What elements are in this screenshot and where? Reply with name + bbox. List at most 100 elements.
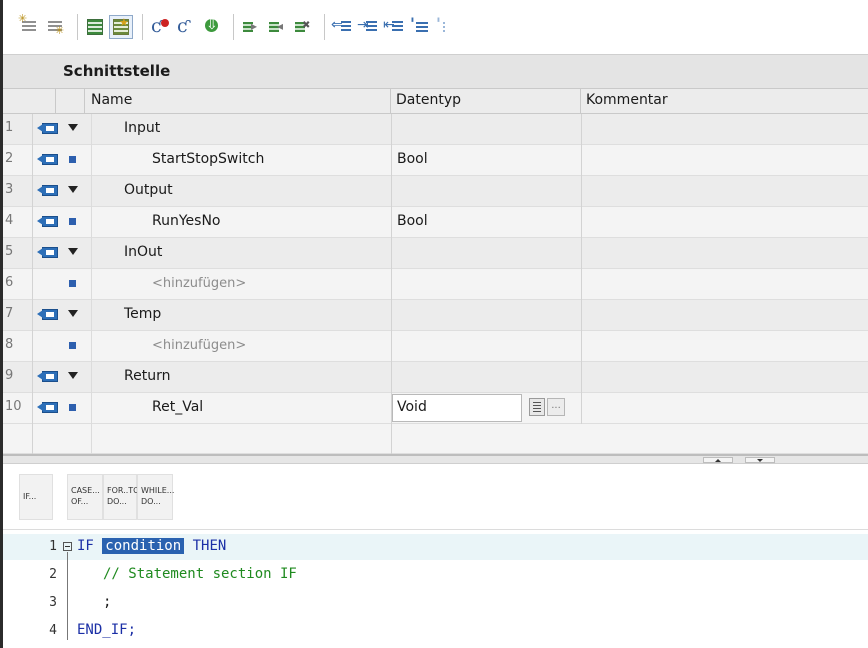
monitor-start-icon[interactable]	[240, 16, 262, 38]
name-cell[interactable]: Ret_Val	[91, 393, 391, 424]
code-line[interactable]: 3 ;	[3, 590, 868, 616]
comment-cell[interactable]	[581, 269, 868, 300]
add-new-placeholder[interactable]: <hinzufügen>	[152, 276, 246, 291]
datatype-cell[interactable]	[391, 331, 581, 362]
name-cell[interactable]: Temp	[91, 300, 391, 331]
table-row[interactable]: 2 StartStopSwitch Bool	[3, 145, 868, 176]
name-cell[interactable]: StartStopSwitch	[91, 145, 391, 176]
row-name: RunYesNo	[152, 213, 221, 229]
delete-call-icon[interactable]	[175, 15, 197, 38]
palette-for-to-do[interactable]: FOR..TO DO...	[103, 474, 139, 520]
comment-cell[interactable]	[581, 176, 868, 207]
table-row[interactable]: 1 Input	[3, 114, 868, 145]
table-row[interactable]: 10 Ret_Val Void ...	[3, 393, 868, 424]
datatype-cell[interactable]	[391, 238, 581, 269]
table-row[interactable]: 5 InOut	[3, 238, 868, 269]
datatype-list-button[interactable]	[529, 398, 545, 416]
datatype-cell[interactable]	[391, 362, 581, 393]
datatype-cell[interactable]	[391, 114, 581, 145]
panel-splitter[interactable]	[3, 454, 868, 464]
name-cell[interactable]: RunYesNo	[91, 207, 391, 238]
row-number: 2	[5, 151, 14, 166]
table-row[interactable]: 6 <hinzufügen>	[3, 269, 868, 300]
datatype-cell[interactable]: Bool	[391, 207, 581, 238]
row-type[interactable]: Void	[397, 399, 427, 415]
row-number-cell: 8	[3, 331, 33, 362]
fold-toggle-icon[interactable]	[63, 542, 72, 551]
comment-icon[interactable]	[409, 14, 431, 38]
column-divider[interactable]	[580, 89, 581, 114]
code-line[interactable]: 4 END_IF;	[3, 618, 868, 644]
comment-cell[interactable]	[581, 331, 868, 362]
name-cell[interactable]: InOut	[91, 238, 391, 269]
name-cell[interactable]: Return	[91, 362, 391, 393]
datatype-cell[interactable]	[391, 176, 581, 207]
code-statement[interactable]: ;	[103, 594, 111, 610]
condition-placeholder[interactable]: condition	[102, 538, 185, 554]
show-interface-icon[interactable]	[84, 16, 106, 38]
code-editor[interactable]: 1 IF condition THEN 2 // Statement secti…	[3, 530, 868, 648]
comment-cell[interactable]	[581, 207, 868, 238]
uncomment-icon[interactable]	[435, 14, 457, 38]
collapse-triangle-icon[interactable]	[68, 124, 78, 131]
table-row[interactable]: 4 RunYesNo Bool	[3, 207, 868, 238]
column-header-comment[interactable]: Kommentar	[586, 92, 668, 108]
collapse-triangle-icon[interactable]	[68, 248, 78, 255]
collapse-triangle-icon[interactable]	[68, 310, 78, 317]
monitor-off-icon[interactable]	[292, 16, 314, 38]
column-divider[interactable]	[390, 89, 391, 114]
toolbar-separator	[324, 14, 325, 40]
interface-header-row: Name Datentyp Kommentar	[3, 88, 868, 114]
comment-cell[interactable]	[581, 393, 868, 424]
datatype-cell[interactable]	[391, 269, 581, 300]
add-row-icon[interactable]	[45, 16, 67, 38]
name-cell[interactable]: <hinzufügen>	[91, 331, 391, 362]
name-cell[interactable]: <hinzufügen>	[91, 269, 391, 300]
palette-if[interactable]: IF...	[19, 474, 53, 520]
insert-call-icon[interactable]	[149, 15, 171, 38]
comment-cell[interactable]	[581, 238, 868, 269]
name-cell[interactable]: Output	[91, 176, 391, 207]
code-text[interactable]: IF condition THEN	[77, 538, 226, 554]
indent-icon[interactable]	[331, 16, 353, 38]
column-header-name[interactable]: Name	[91, 92, 132, 108]
table-row[interactable]: 9 Return	[3, 362, 868, 393]
datatype-cell[interactable]	[391, 300, 581, 331]
table-row[interactable]: 7 Temp	[3, 300, 868, 331]
row-number-cell: 1	[3, 114, 33, 145]
splitter-down-button[interactable]	[745, 457, 775, 463]
comment-cell[interactable]	[581, 300, 868, 331]
code-comment[interactable]: // Statement section IF	[103, 566, 297, 582]
monitor-stop-icon[interactable]	[266, 16, 288, 38]
collapse-triangle-icon[interactable]	[68, 372, 78, 379]
code-line[interactable]: 2 // Statement section IF	[3, 562, 868, 588]
palette-case-of[interactable]: CASE... OF...	[67, 474, 103, 520]
collapse-triangle-icon[interactable]	[68, 186, 78, 193]
code-line[interactable]: 1 IF condition THEN	[3, 534, 868, 560]
comment-cell[interactable]	[581, 362, 868, 393]
name-cell	[91, 424, 391, 454]
table-row[interactable]: 3 Output	[3, 176, 868, 207]
datatype-cell[interactable]: Bool	[391, 145, 581, 176]
datatype-cell[interactable]: Void ...	[391, 393, 581, 424]
interface-title-bar: Schnittstelle	[3, 54, 868, 88]
add-new-placeholder[interactable]: <hinzufügen>	[152, 338, 246, 353]
table-row[interactable]: 8 <hinzufügen>	[3, 331, 868, 362]
palette-while-do[interactable]: WHILE... DO...	[137, 474, 174, 520]
increase-indent-icon[interactable]	[357, 16, 379, 38]
row-name: Temp	[124, 306, 162, 322]
insert-row-icon[interactable]	[18, 12, 41, 38]
compile-icon[interactable]	[201, 16, 223, 38]
column-header-datatype[interactable]: Datentyp	[396, 92, 461, 108]
decrease-indent-icon[interactable]	[383, 16, 405, 38]
row-type: Bool	[397, 213, 428, 229]
show-favorites-icon[interactable]	[109, 15, 133, 39]
name-cell[interactable]: Input	[91, 114, 391, 145]
keyword-end-if[interactable]: END_IF;	[77, 622, 136, 638]
comment-cell[interactable]	[581, 145, 868, 176]
splitter-up-button[interactable]	[703, 457, 733, 463]
row-type: Bool	[397, 151, 428, 167]
comment-cell[interactable]	[581, 114, 868, 145]
row-number-cell: 3	[3, 176, 33, 207]
datatype-more-button[interactable]: ...	[547, 398, 565, 416]
